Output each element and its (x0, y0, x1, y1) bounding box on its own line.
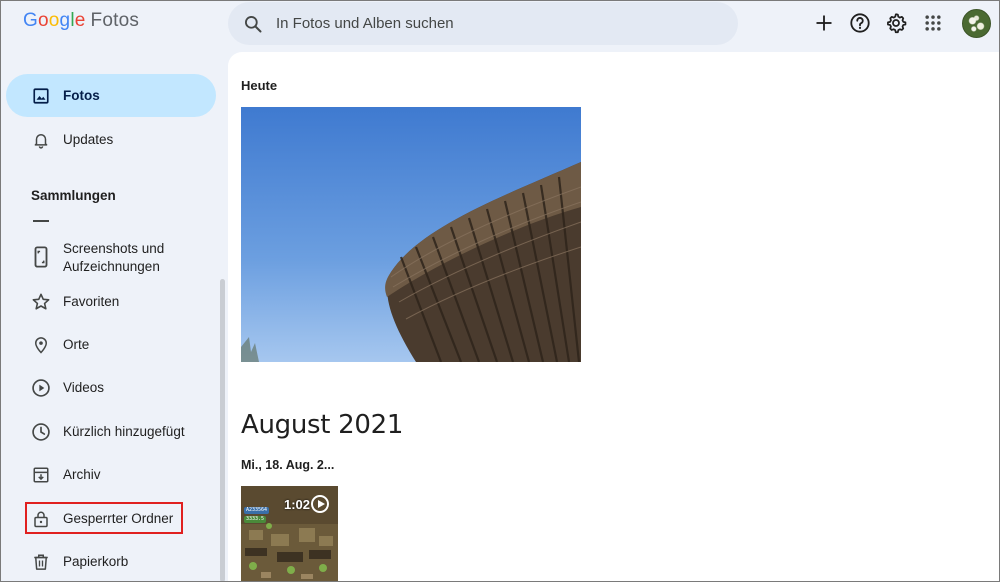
date-group-title: Mi., 18. Aug. 2... (241, 458, 335, 472)
partial-icon (33, 216, 49, 222)
sidebar-item-label: Fotos (63, 87, 100, 103)
game-badge: 3333.5 (244, 516, 267, 523)
game-badge: A233564 (244, 507, 270, 514)
logo-letter: G (23, 10, 38, 31)
video-thumbnail[interactable]: A233564 3333.5 1:02 (241, 486, 338, 582)
sidebar-item-places[interactable]: Orte (6, 323, 216, 366)
add-icon[interactable] (812, 11, 836, 35)
sidebar-item-favorites[interactable]: Favoriten (6, 280, 216, 323)
avatar[interactable] (962, 9, 991, 38)
sidebar-scrollbar[interactable] (220, 279, 225, 582)
sidebar-item-label: Orte (63, 336, 90, 352)
highlight-box (25, 502, 183, 534)
sidebar-item-screenshots[interactable]: Screenshots und Aufzeichnungen (6, 236, 216, 278)
settings-icon[interactable] (884, 11, 908, 35)
star-icon (30, 291, 52, 313)
sidebar-item-updates[interactable]: Updates (6, 118, 216, 161)
archive-icon (30, 464, 52, 486)
label-line-1: Screenshots und (63, 241, 165, 256)
search-bar[interactable] (228, 2, 738, 45)
video-duration: 1:02 (284, 497, 311, 512)
logo-letter: g (59, 10, 71, 31)
search-icon[interactable] (243, 14, 263, 39)
sidebar-item-label: Archiv (63, 466, 101, 482)
sidebar-item-archive[interactable]: Archiv (6, 453, 216, 496)
sidebar-item-label: Screenshots und Aufzeichnungen (63, 240, 164, 276)
month-title: August 2021 (241, 410, 404, 440)
help-icon[interactable] (848, 11, 872, 35)
clock-icon (30, 421, 52, 443)
play-circle-icon (30, 377, 52, 399)
logo-letter: o (37, 10, 49, 31)
apps-icon[interactable] (921, 11, 945, 35)
photo-thumbnail[interactable] (241, 107, 581, 362)
sidebar-item-label: Papierkorb (63, 553, 129, 569)
screenshot-icon (30, 246, 52, 268)
play-icon (311, 495, 329, 513)
product-name: Fotos (90, 10, 140, 31)
search-input[interactable] (276, 2, 716, 45)
bell-icon (30, 129, 52, 151)
google-photos-logo[interactable]: Google Fotos (23, 10, 139, 32)
logo-letter: o (48, 10, 60, 31)
sidebar-item-label: Videos (63, 379, 105, 395)
section-title-collections: Sammlungen (31, 188, 116, 203)
sidebar-item-trash[interactable]: Papierkorb (6, 540, 216, 582)
photo-icon (30, 85, 52, 107)
sidebar-item-videos[interactable]: Videos (6, 366, 216, 409)
location-icon (30, 334, 52, 356)
trash-icon (30, 551, 52, 573)
sidebar-item-label: Kürzlich hinzugefügt (63, 423, 185, 439)
sidebar-item-recently-added[interactable]: Kürzlich hinzugefügt (6, 410, 216, 453)
label-line-2: Aufzeichnungen (63, 259, 160, 274)
sidebar-item-fotos[interactable]: Fotos (6, 74, 216, 117)
date-group-title: Heute (241, 78, 278, 93)
sidebar-item-label: Favoriten (63, 293, 120, 309)
logo-letter: e (74, 10, 86, 31)
sidebar-item-label: Updates (63, 131, 114, 147)
